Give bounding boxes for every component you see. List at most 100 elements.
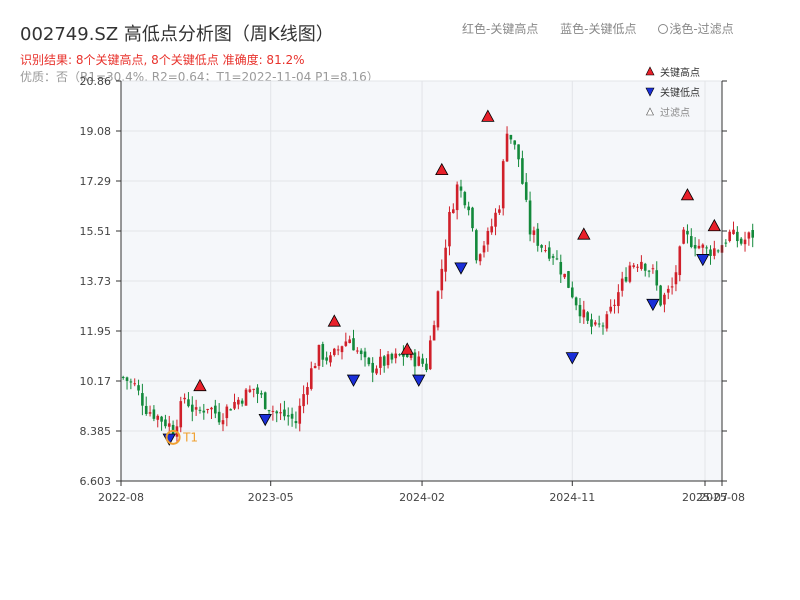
candle-down <box>601 325 605 327</box>
candle-down <box>716 250 720 252</box>
candle-up <box>237 399 240 405</box>
t1-label: T1 <box>182 430 198 444</box>
candle-up <box>225 406 229 419</box>
candle-down <box>467 206 470 211</box>
candle-down <box>547 247 551 259</box>
candle-up <box>728 231 731 241</box>
candle-down <box>283 409 286 417</box>
candle-down <box>709 249 712 256</box>
candle-down <box>229 409 232 411</box>
candle-down <box>263 392 267 410</box>
candle-down <box>144 405 148 414</box>
candle-up <box>563 273 566 278</box>
candle-up <box>609 306 612 312</box>
legend-label-low: 关键低点 <box>660 86 700 99</box>
candle-down <box>405 354 409 358</box>
candle-down <box>286 415 290 417</box>
candle-down <box>294 421 298 424</box>
candle-down <box>363 351 367 358</box>
candle-up <box>544 250 547 252</box>
candle-down <box>321 344 325 360</box>
candle-down <box>260 393 263 395</box>
candle-up <box>670 286 674 288</box>
candle-down <box>164 419 167 427</box>
candle-up <box>336 349 340 351</box>
candle-up <box>271 410 275 412</box>
candle-up <box>183 397 186 400</box>
candle-up <box>682 229 685 244</box>
candle-up <box>379 356 382 368</box>
candle-down <box>567 271 570 288</box>
candle-up <box>302 394 305 407</box>
candle-down <box>198 409 202 411</box>
candle-down <box>555 258 559 260</box>
candle-down <box>724 242 728 244</box>
candle-up <box>490 226 493 233</box>
candle-down <box>686 230 689 235</box>
candle-down <box>643 263 647 271</box>
candle-down <box>325 357 328 361</box>
candle-down <box>689 236 693 247</box>
candle-up <box>713 248 716 256</box>
candle-down <box>574 297 578 306</box>
candle-down <box>125 377 129 381</box>
candle-up <box>663 294 666 305</box>
candle-up <box>428 340 432 370</box>
candle-down <box>359 350 363 355</box>
candle-up <box>306 386 309 395</box>
candle-down <box>739 238 743 244</box>
candle-down <box>751 230 755 238</box>
candle-down <box>578 304 582 317</box>
candle-down <box>540 245 543 248</box>
candle-up <box>505 133 509 162</box>
candle-up <box>167 423 171 427</box>
candle-down <box>471 207 474 229</box>
x-tick-label: 2022-08 <box>98 491 144 504</box>
candle-up <box>636 266 639 268</box>
y-tick-label: 11.95 <box>80 325 112 338</box>
legend-high-triangle-icon <box>645 66 655 76</box>
candle-up <box>620 278 624 291</box>
candle-down <box>524 182 528 200</box>
candle-down <box>121 376 125 378</box>
candle-down <box>382 356 386 366</box>
candle-up <box>697 245 701 249</box>
candle-down <box>536 228 540 246</box>
candle-up <box>221 420 225 425</box>
candle-up <box>498 209 501 213</box>
candle-down <box>371 362 374 373</box>
candle-down <box>624 276 628 282</box>
candle-up <box>632 265 636 267</box>
candle-up <box>344 341 348 346</box>
candle-up <box>613 304 616 306</box>
candle-up <box>279 412 282 414</box>
candle-up <box>701 244 705 248</box>
candle-down <box>141 393 144 406</box>
candle-down <box>275 411 279 414</box>
candle-down <box>352 338 355 351</box>
candle-up <box>478 254 482 262</box>
candle-up <box>375 368 378 374</box>
candle-up <box>444 247 447 272</box>
candle-down <box>559 261 563 275</box>
candle-up <box>532 230 536 235</box>
candle-up <box>732 229 735 235</box>
candle-up <box>594 322 597 325</box>
candle-up <box>452 209 455 214</box>
candle-up <box>298 405 302 424</box>
candle-down <box>137 385 140 391</box>
candle-up <box>440 268 444 291</box>
candle-up <box>743 239 747 245</box>
candle-down <box>459 186 463 191</box>
candle-down <box>655 270 659 286</box>
candle-down <box>551 256 555 258</box>
candle-down <box>413 352 417 367</box>
y-tick-label: 20.86 <box>80 75 112 88</box>
y-tick-label: 15.51 <box>80 225 112 238</box>
candle-down <box>736 231 739 242</box>
candle-down <box>367 357 371 365</box>
candle-up <box>244 389 248 406</box>
candle-down <box>217 411 221 423</box>
candle-down <box>509 134 513 140</box>
candle-down <box>129 381 133 383</box>
